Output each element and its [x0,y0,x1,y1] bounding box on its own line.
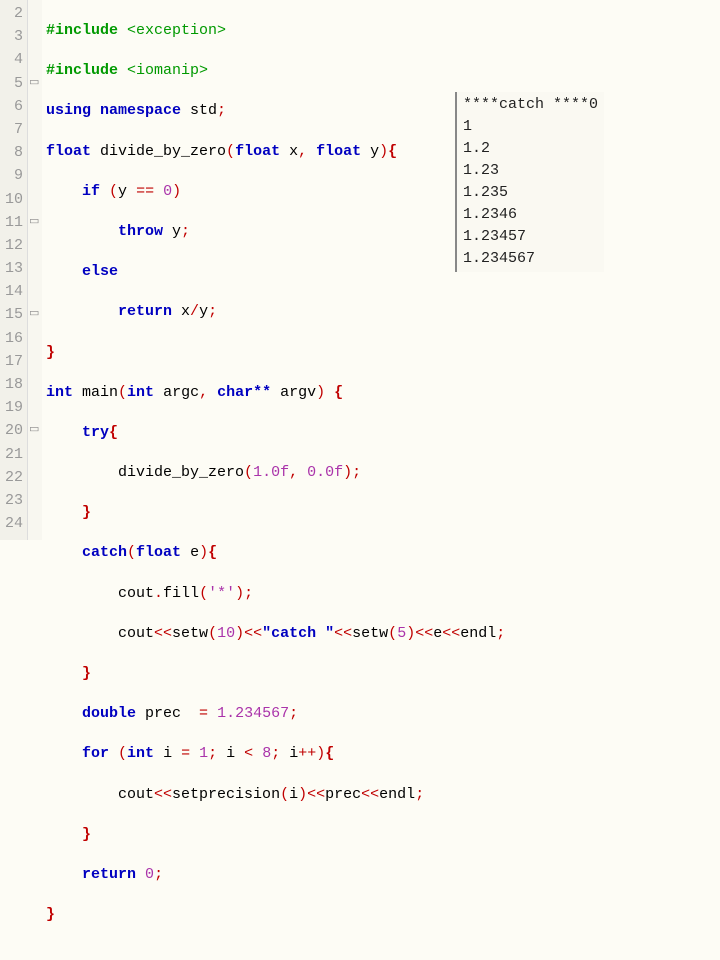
line-number: 2 [2,2,23,25]
output-line: 1.234567 [463,248,598,270]
line-number: 21 [2,443,23,466]
fold-marker[interactable] [28,95,42,118]
line-number: 16 [2,327,23,350]
code-line: } [46,341,716,364]
code-line: catch(float e){ [46,541,716,564]
line-number: 20 [2,419,23,442]
code-line: return 0; [46,863,716,886]
code-line: using namespace std; [46,99,716,122]
fold-marker[interactable] [28,350,42,373]
line-number: 7 [2,118,23,141]
code-line: throw y; [46,220,716,243]
fold-marker[interactable] [28,327,42,350]
fold-marker[interactable] [28,443,42,466]
line-number: 19 [2,396,23,419]
fold-marker[interactable] [28,164,42,187]
code-line: int main(int argc, char** argv) { [46,381,716,404]
output-line: 1.23457 [463,226,598,248]
code-line: cout<<setw(10)<<"catch "<<setw(5)<<e<<en… [46,622,716,645]
code-line: cout<<setprecision(i)<<prec<<endl; [46,783,716,806]
fold-marker[interactable] [28,118,42,141]
code-line: cout.fill('*'); [46,582,716,605]
line-number: 13 [2,257,23,280]
fold-marker[interactable] [28,512,42,535]
line-number: 11 [2,211,23,234]
line-number: 9 [2,164,23,187]
line-number: 8 [2,141,23,164]
fold-marker[interactable] [28,48,42,71]
code-line: #include <iomanip> [46,59,716,82]
line-number: 23 [2,489,23,512]
fold-marker[interactable] [28,2,42,25]
code-line: #include <exception> [46,19,716,42]
code-line: float divide_by_zero(float x, float y){ [46,140,716,163]
fold-marker[interactable] [28,141,42,164]
fold-marker[interactable] [28,280,42,303]
code-line: } [46,501,716,524]
code-line: divide_by_zero(1.0f, 0.0f); [46,461,716,484]
fold-marker[interactable] [28,257,42,280]
output-line: 1.235 [463,182,598,204]
code-line: if (y == 0) [46,180,716,203]
line-number: 15 [2,303,23,326]
fold-marker[interactable] [28,234,42,257]
output-line: ****catch ****0 [463,94,598,116]
output-line: 1.2 [463,138,598,160]
output-line: 1.2346 [463,204,598,226]
output-line: 1 [463,116,598,138]
fold-marker[interactable] [28,373,42,396]
line-number: 10 [2,188,23,211]
fold-marker[interactable] [28,489,42,512]
fold-marker[interactable] [28,188,42,211]
line-number: 22 [2,466,23,489]
code-line: try{ [46,421,716,444]
output-line: 1.23 [463,160,598,182]
fold-column: ▭ ▭ ▭ ▭ [28,0,42,540]
line-number: 24 [2,512,23,535]
fold-marker[interactable] [28,25,42,48]
line-number: 5 [2,72,23,95]
code-area[interactable]: #include <exception> #include <iomanip> … [42,0,720,540]
fold-marker[interactable] [28,466,42,489]
line-number: 3 [2,25,23,48]
line-number: 17 [2,350,23,373]
fold-marker[interactable]: ▭ [28,72,42,95]
line-number: 18 [2,373,23,396]
code-line: } [46,903,716,926]
line-number: 6 [2,95,23,118]
line-number: 12 [2,234,23,257]
output-pane: ****catch ****0 1 1.2 1.23 1.235 1.2346 … [455,92,604,272]
code-line: return x/y; [46,300,716,323]
fold-marker[interactable]: ▭ [28,303,42,326]
fold-marker[interactable] [28,396,42,419]
code-line: else [46,260,716,283]
fold-marker[interactable]: ▭ [28,419,42,442]
code-line: double prec = 1.234567; [46,702,716,725]
fold-marker[interactable]: ▭ [28,211,42,234]
code-line: } [46,662,716,685]
line-number-gutter: 2 3 4 5 6 7 8 9 10 11 12 13 14 15 16 17 … [0,0,28,540]
line-number: 14 [2,280,23,303]
line-number: 4 [2,48,23,71]
code-line: } [46,823,716,846]
code-editor: 2 3 4 5 6 7 8 9 10 11 12 13 14 15 16 17 … [0,0,720,540]
code-line: for (int i = 1; i < 8; i++){ [46,742,716,765]
